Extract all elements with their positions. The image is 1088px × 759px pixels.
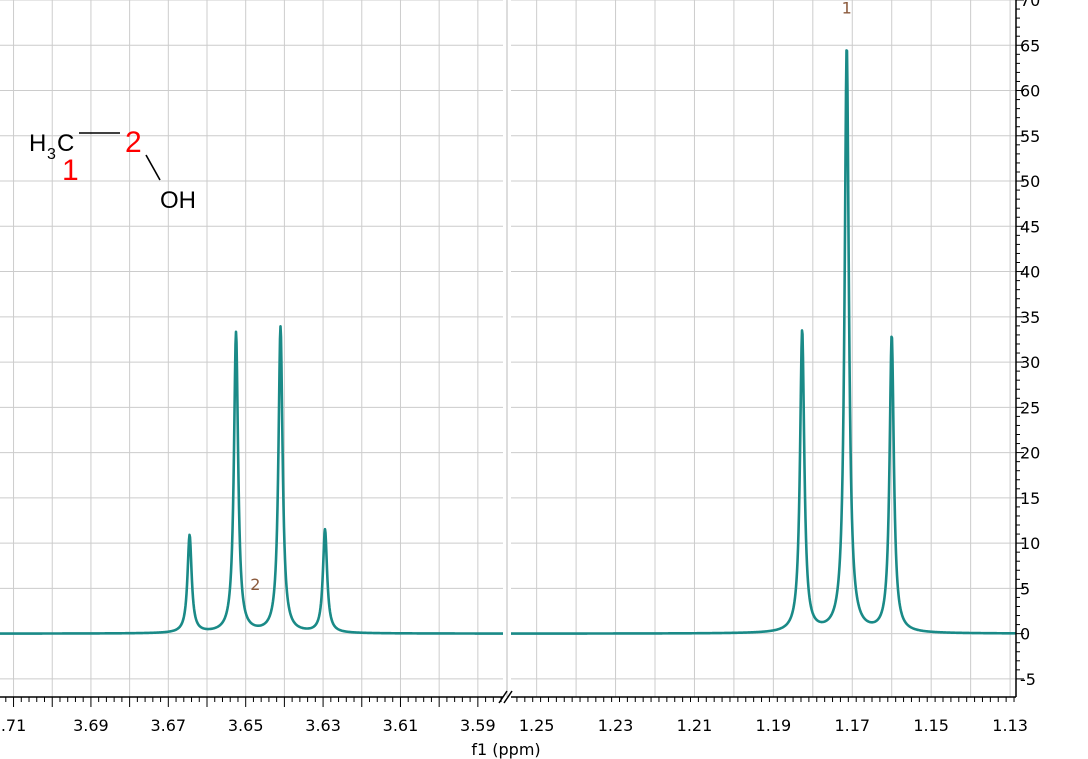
- y-tick-label: 30: [1020, 353, 1040, 372]
- y-tick-label: 40: [1020, 263, 1040, 282]
- x-tick-label: 3.63: [305, 716, 341, 735]
- y-tick-label: 60: [1020, 82, 1040, 101]
- x-tick-label: 1.15: [913, 716, 949, 735]
- x-tick-label: 1.19: [756, 716, 792, 735]
- peak-label-2: 2: [250, 575, 260, 594]
- x-tick-label: 1.21: [677, 716, 713, 735]
- y-tick-label: 50: [1020, 172, 1040, 191]
- axis-break-gap: [503, 0, 511, 697]
- y-tick-label: 20: [1020, 444, 1040, 463]
- x-tick-label: 1.23: [598, 716, 634, 735]
- nmr-spectrum-chart: 2 1 .71 3.69 3.67 3.65 3.63 3.61 3.59 1.25 1.23 1.…: [0, 0, 1088, 759]
- molecule-oh: OH: [160, 187, 196, 214]
- x-tick-label: 3.67: [150, 716, 186, 735]
- y-tick-label: 55: [1020, 127, 1040, 146]
- y-tick-label: -5: [1020, 670, 1036, 689]
- y-tick-label: 10: [1020, 534, 1040, 553]
- y-tick-label: 15: [1020, 489, 1040, 508]
- x-tick-label: 1.13: [992, 716, 1028, 735]
- x-tick-label: 3.65: [228, 716, 264, 735]
- y-tick-label: 45: [1020, 217, 1040, 236]
- atom-label-2: 2: [125, 126, 142, 159]
- x-tick-label: 3.59: [460, 716, 496, 735]
- x-axis-label: f1 (ppm): [471, 740, 540, 759]
- y-tick-label: 70: [1020, 0, 1040, 10]
- molecule-h: H: [29, 130, 46, 157]
- y-tick-label: 35: [1020, 308, 1040, 327]
- y-tick-label: 0: [1020, 625, 1030, 644]
- molecule-sub-3: 3: [47, 146, 56, 163]
- y-tick-label: 5: [1020, 579, 1030, 598]
- x-tick-label: 3.69: [73, 716, 109, 735]
- molecule-c: C: [57, 130, 74, 157]
- x-tick-label: 1.17: [834, 716, 870, 735]
- plot-background: [0, 0, 1088, 759]
- peak-label-1: 1: [842, 0, 852, 18]
- x-tick-label: .71: [1, 716, 26, 735]
- atom-label-1: 1: [62, 154, 79, 187]
- x-tick-label: 1.25: [519, 716, 555, 735]
- y-tick-label: 65: [1020, 36, 1040, 55]
- y-tick-label: 25: [1020, 398, 1040, 417]
- x-tick-label: 3.61: [383, 716, 419, 735]
